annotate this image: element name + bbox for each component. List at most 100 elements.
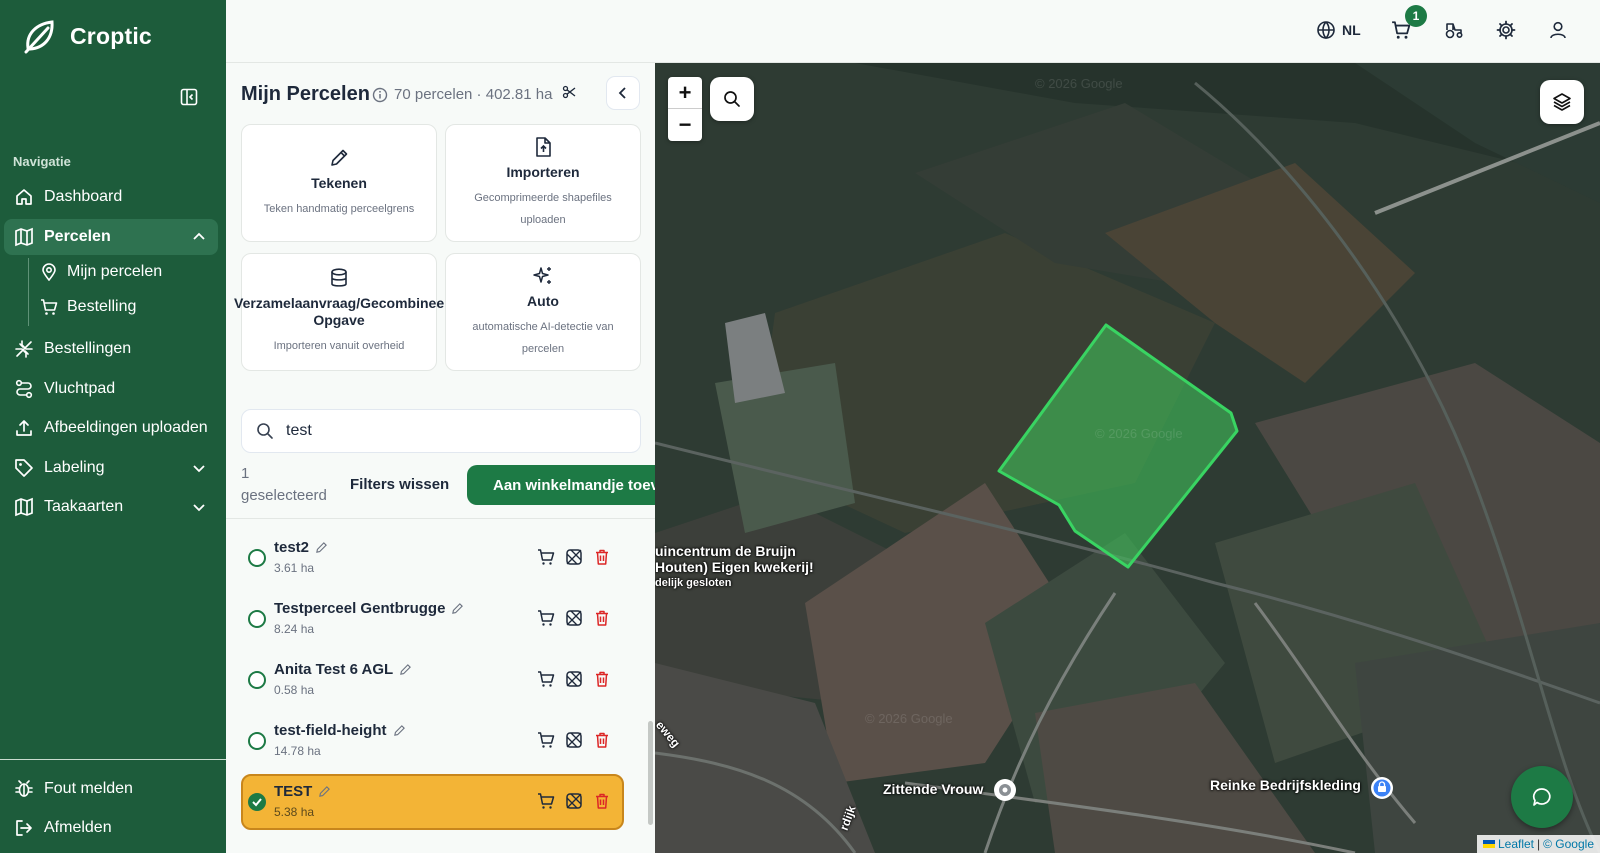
layers-button[interactable]	[1540, 80, 1584, 124]
search-field[interactable]	[241, 409, 641, 453]
parcel-name-wrap: Testperceel Gentbrugge	[274, 600, 464, 617]
shop-marker-icon[interactable]	[1369, 775, 1395, 805]
list-scrollbar[interactable]	[648, 721, 653, 825]
sidebar-item-dashboard[interactable]: Dashboard	[4, 179, 218, 215]
search-icon	[724, 91, 740, 107]
scissors-icon	[562, 85, 576, 99]
add-to-cart-icon[interactable]	[537, 792, 555, 810]
collapse-panel-button[interactable]	[606, 76, 640, 110]
split-parcel-icon[interactable]	[565, 609, 583, 627]
clear-filters-button[interactable]: Filters wissen	[350, 476, 449, 493]
zoom-out-button[interactable]: −	[668, 109, 702, 141]
sidebar-item-vluchtpad[interactable]: Vluchtpad	[4, 371, 218, 407]
parcel-select-radio[interactable]	[248, 732, 266, 750]
card-description: Gecomprimeerde shapefiles uploaden	[474, 191, 612, 226]
parcel-row[interactable]: Anita Test 6 AGL 0.58 ha	[241, 652, 624, 708]
collapse-sidebar-button[interactable]	[180, 88, 200, 108]
parcel-area: 5.38 ha	[274, 805, 315, 819]
map-marker-icon[interactable]	[992, 777, 1018, 807]
edit-pencil-icon[interactable]	[451, 602, 464, 615]
split-tool-button[interactable]	[562, 85, 576, 104]
edit-pencil-icon[interactable]	[315, 541, 328, 554]
sidebar-item-percelen[interactable]: Percelen	[4, 219, 218, 255]
import-card[interactable]: Importeren Gecomprimeerde shapefiles upl…	[445, 124, 641, 242]
add-to-cart-icon[interactable]	[537, 670, 555, 688]
parcel-row[interactable]: test-field-height 14.78 ha	[241, 713, 624, 769]
zoom-control: + −	[668, 77, 702, 141]
trash-icon[interactable]	[593, 548, 611, 566]
parcel-select-radio[interactable]	[248, 610, 266, 628]
search-icon	[257, 423, 273, 439]
cart-count-badge: 1	[1405, 5, 1427, 27]
auto-detect-card[interactable]: Auto automatische AI-detectie van percel…	[445, 253, 641, 371]
sidebar-item-afbeeldingen-uploaden[interactable]: Afbeeldingen uploaden	[4, 410, 218, 446]
chat-button[interactable]	[1511, 766, 1573, 828]
sidebar-subitem-mijn-percelen[interactable]: Mijn percelen	[40, 263, 162, 281]
add-to-cart-icon[interactable]	[537, 609, 555, 627]
parcel-select-radio[interactable]	[248, 549, 266, 567]
top-bar: NL	[226, 0, 1600, 63]
satellite-imagery: © 2026 Google © 2026 Google © 2026 Googl…	[655, 63, 1600, 853]
split-parcel-icon[interactable]	[565, 670, 583, 688]
parcel-row[interactable]: TEST 5.38 ha	[241, 774, 624, 830]
add-to-cart-label: Aan winkelmandje toevoegen	[493, 476, 655, 494]
logout-icon	[16, 820, 32, 836]
panel-title: Mijn Percelen	[241, 83, 370, 105]
selection-count: 1 geselecteerd	[241, 465, 327, 504]
nav-section-label: Navigatie	[13, 154, 71, 169]
add-to-cart-button[interactable]: Aan winkelmandje toevoegen	[467, 465, 655, 505]
zoom-in-button[interactable]: +	[668, 77, 702, 109]
trash-icon[interactable]	[593, 670, 611, 688]
sidebar-subitem-label: Mijn percelen	[67, 263, 163, 280]
draw-card[interactable]: Tekenen Teken handmatig perceelgrens	[241, 124, 437, 242]
route-icon	[15, 379, 33, 399]
leaflet-link[interactable]: Leaflet	[1498, 837, 1534, 851]
add-to-cart-icon[interactable]	[537, 731, 555, 749]
map-watermark: © 2026 Google	[1035, 76, 1123, 91]
pencil-icon	[331, 149, 348, 166]
edit-pencil-icon[interactable]	[393, 724, 406, 737]
trash-icon[interactable]	[593, 609, 611, 627]
add-to-cart-icon[interactable]	[537, 548, 555, 566]
sidebar-item-fout-melden[interactable]: Fout melden	[4, 771, 218, 807]
search-input[interactable]	[286, 422, 606, 440]
brand[interactable]: Croptic	[22, 18, 152, 54]
list-divider	[226, 518, 655, 519]
split-parcel-icon[interactable]	[565, 792, 583, 810]
file-import-icon	[536, 136, 551, 157]
map-search-button[interactable]	[710, 77, 754, 121]
map-label-line: Houten) Eigen kwekerij!	[655, 559, 814, 575]
parcel-name-wrap: Anita Test 6 AGL	[274, 661, 412, 678]
sidebar-item-taakaarten[interactable]: Taakaarten	[4, 489, 218, 525]
parcel-select-radio[interactable]	[248, 793, 266, 811]
language-selector[interactable]: NL	[1316, 20, 1361, 40]
parcel-name-wrap: test2	[274, 539, 328, 556]
split-parcel-icon[interactable]	[565, 731, 583, 749]
google-attribution-link[interactable]: © Google	[1543, 837, 1594, 851]
user-button[interactable]	[1548, 20, 1568, 40]
edit-pencil-icon[interactable]	[399, 663, 412, 676]
sidebar-item-label: Taakaarten	[44, 498, 124, 515]
trash-icon[interactable]	[593, 792, 611, 810]
split-parcel-icon[interactable]	[565, 548, 583, 566]
sidebar: Croptic Navigatie Dashboard Percelen Mij…	[0, 0, 226, 853]
chat-bubble-icon	[1532, 788, 1551, 806]
settings-button[interactable]	[1496, 20, 1516, 40]
edit-pencil-icon[interactable]	[318, 785, 331, 798]
sidebar-item-label: Vluchtpad	[44, 380, 116, 397]
chevron-down-icon	[193, 504, 205, 512]
sidebar-item-labeling[interactable]: Labeling	[4, 450, 218, 486]
sidebar-item-bestellingen[interactable]: Bestellingen	[4, 331, 218, 367]
parcel-row[interactable]: test2 3.61 ha	[241, 530, 624, 586]
government-import-card[interactable]: Verzamelaanvraag/Gecombineerde Opgave Im…	[234, 253, 466, 371]
trash-icon[interactable]	[593, 731, 611, 749]
parcel-row[interactable]: Testperceel Gentbrugge 8.24 ha	[241, 591, 624, 647]
sidebar-item-label: Fout melden	[44, 780, 133, 797]
parcel-select-radio[interactable]	[248, 671, 266, 689]
map-label-line: uincentrum de Bruijn	[655, 543, 796, 559]
card-description: Teken handmatig perceelgrens	[263, 202, 415, 215]
sidebar-subitem-bestelling[interactable]: Bestelling	[40, 298, 136, 316]
sidebar-item-afmelden[interactable]: Afmelden	[4, 810, 218, 846]
tractor-button[interactable]	[1444, 20, 1464, 40]
map[interactable]: © 2026 Google © 2026 Google © 2026 Googl…	[655, 63, 1600, 853]
